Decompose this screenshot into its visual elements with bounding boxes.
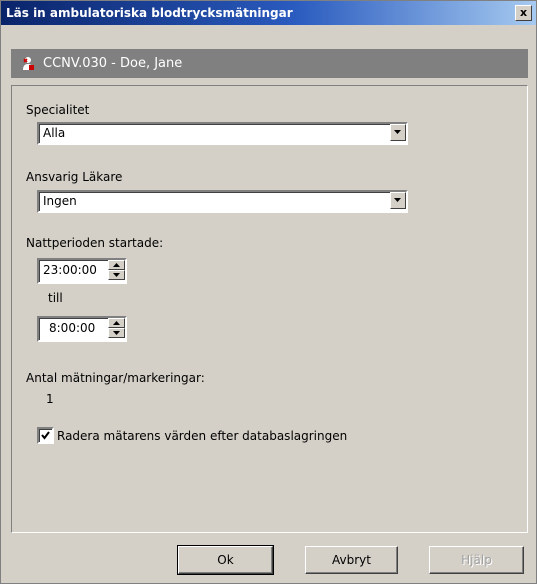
specialty-value: Alla: [43, 126, 66, 140]
physician-dropdown-arrow[interactable]: [390, 192, 406, 209]
night-start-label: Nattperioden startade:: [26, 236, 164, 250]
night-to-label: till: [48, 291, 63, 305]
night-start-up-button[interactable]: [108, 260, 125, 270]
night-start-spin-buttons: [108, 260, 125, 280]
specialty-dropdown-arrow[interactable]: [390, 124, 406, 141]
physician-label: Ansvarig Läkare: [26, 170, 123, 184]
count-label: Antal mätningar/markeringar:: [26, 371, 205, 385]
patient-icon: [23, 57, 34, 70]
night-start-down-button[interactable]: [108, 270, 125, 280]
patient-header: CCNV.030 - Doe, Jane: [11, 49, 528, 78]
count-value: 1: [46, 392, 54, 406]
chevron-down-icon: [394, 198, 401, 202]
close-button[interactable]: x: [515, 5, 532, 21]
dialog-window: Läs in ambulatoriska blodtrycksmätningar…: [0, 0, 537, 584]
night-end-value[interactable]: 8:00:00: [49, 321, 95, 335]
arrow-up-icon: [113, 321, 120, 325]
physician-dropdown[interactable]: Ingen: [37, 190, 408, 213]
window-title: Läs in ambulatoriska blodtrycksmätningar: [6, 6, 293, 20]
close-icon: x: [519, 6, 528, 19]
specialty-dropdown[interactable]: Alla: [37, 122, 408, 145]
delete-values-label[interactable]: Radera mätarens värden efter databaslagr…: [57, 429, 347, 443]
night-end-spinner[interactable]: 8:00:00: [37, 316, 127, 342]
night-start-spinner[interactable]: 23:00:00: [37, 258, 127, 284]
chevron-down-icon: [394, 130, 401, 134]
patient-label: CCNV.030 - Doe, Jane: [43, 56, 183, 71]
night-end-up-button[interactable]: [108, 318, 125, 328]
cancel-button[interactable]: Avbryt: [305, 546, 398, 574]
help-button[interactable]: Hjälp: [429, 546, 524, 574]
ok-button[interactable]: Ok: [177, 545, 274, 575]
night-end-spin-buttons: [108, 318, 125, 338]
arrow-down-icon: [113, 273, 120, 277]
checkmark-icon: [41, 431, 50, 440]
settings-panel: Specialitet Alla Ansvarig Läkare Ingen N…: [11, 85, 528, 533]
night-end-down-button[interactable]: [108, 328, 125, 338]
night-start-value[interactable]: 23:00:00: [43, 263, 97, 277]
arrow-down-icon: [113, 331, 120, 335]
specialty-label: Specialitet: [26, 103, 90, 117]
arrow-up-icon: [113, 263, 120, 267]
title-bar[interactable]: Läs in ambulatoriska blodtrycksmätningar…: [1, 1, 536, 25]
delete-values-checkbox[interactable]: [37, 427, 54, 444]
physician-value: Ingen: [43, 194, 77, 208]
